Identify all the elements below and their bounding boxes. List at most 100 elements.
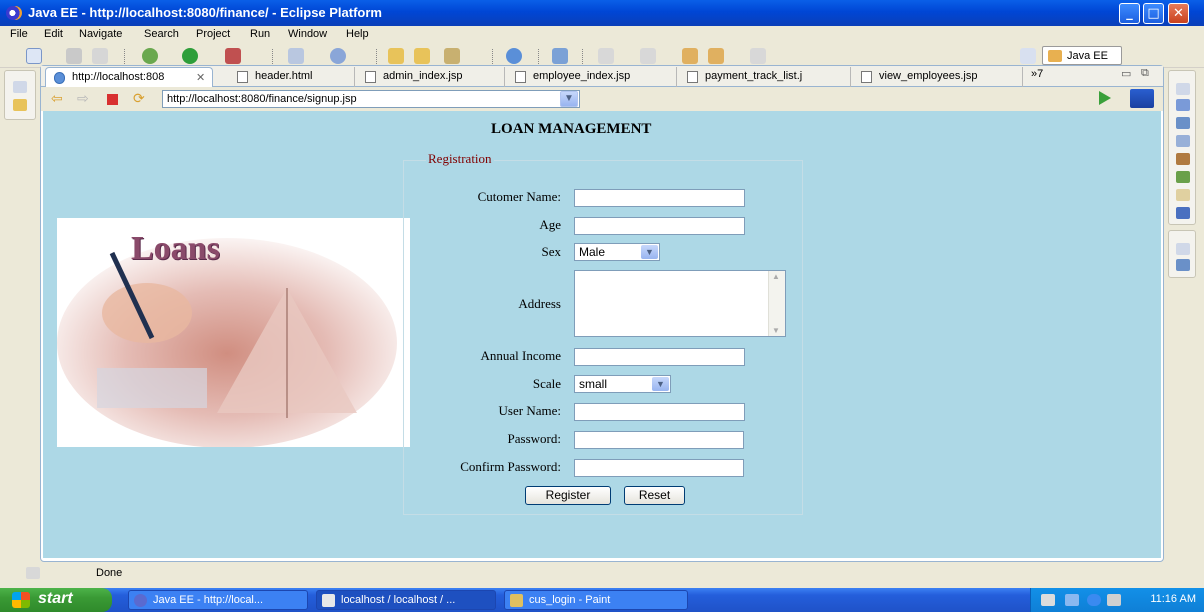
external-tools-icon[interactable]	[225, 48, 241, 64]
browser-navbar: ⇦ ⇨ ⟳ http://localhost:8080/finance/sign…	[41, 87, 1163, 111]
previous-annotation-icon[interactable]	[640, 48, 656, 64]
tab-overflow[interactable]: »7	[1031, 68, 1043, 80]
page-title: LOAN MANAGEMENT	[491, 121, 652, 137]
clock: 11:16 AM	[1150, 593, 1196, 605]
sex-label: Sex	[541, 244, 562, 259]
menu-window[interactable]: Window	[288, 28, 327, 40]
perspective-java-ee[interactable]: Java EE	[1042, 46, 1122, 65]
sex-select[interactable]: Male ▼	[574, 243, 660, 261]
task-eclipse[interactable]: Java EE - http://local...	[128, 590, 308, 610]
status-text: Done	[96, 567, 123, 579]
back-icon[interactable]	[708, 48, 724, 64]
refresh-icon[interactable]: ⟳	[133, 90, 145, 107]
scroll-up-icon: ▲	[772, 272, 780, 281]
start-button[interactable]: start	[0, 588, 112, 612]
new-web-service-icon[interactable]	[330, 48, 346, 64]
browser-window-icon	[322, 594, 335, 607]
tray-network-icon[interactable]	[1065, 594, 1079, 606]
run-icon[interactable]	[182, 48, 198, 64]
tray-arrow-icon[interactable]	[1087, 594, 1101, 606]
eclipse-icon	[6, 6, 22, 20]
menu-search[interactable]: Search	[144, 28, 179, 40]
file-icon	[687, 71, 698, 83]
outline-view-icon[interactable]	[1176, 259, 1190, 271]
outline-icon[interactable]	[1176, 99, 1190, 111]
fast-view-icon[interactable]	[26, 567, 40, 579]
right-trim-stack	[1168, 70, 1196, 225]
confirm-password-input[interactable]	[574, 459, 744, 477]
open-resource-icon[interactable]	[414, 48, 430, 64]
tab-admin-index[interactable]: admin_index.jsp	[357, 67, 505, 87]
register-button[interactable]: Register	[525, 486, 611, 505]
tasks-icon[interactable]	[1176, 117, 1190, 129]
maximize-button[interactable]: □	[1143, 3, 1164, 24]
restore-icon[interactable]	[1176, 83, 1190, 95]
maximize-editor-icon[interactable]: ⧉	[1141, 67, 1149, 80]
open-type-icon[interactable]	[388, 48, 404, 64]
open-perspective-icon[interactable]	[1020, 48, 1036, 64]
back-arrow-icon[interactable]: ⇦	[51, 90, 63, 107]
password-input[interactable]	[574, 431, 744, 449]
address-scrollbar[interactable]: ▲ ▼	[768, 271, 785, 336]
properties-icon[interactable]	[1176, 135, 1190, 147]
address-label: Address	[518, 296, 561, 311]
task-browser[interactable]: localhost / localhost / ...	[316, 590, 496, 610]
next-annotation-icon[interactable]	[598, 48, 614, 64]
menu-run[interactable]: Run	[250, 28, 270, 40]
servers-icon[interactable]	[1176, 153, 1190, 165]
task-paint[interactable]: cus_login - Paint	[504, 590, 688, 610]
debug-icon[interactable]	[142, 48, 158, 64]
annual-income-input[interactable]	[574, 348, 745, 366]
age-input[interactable]	[574, 217, 745, 235]
globe-icon	[54, 72, 65, 84]
menu-navigate[interactable]: Navigate	[79, 28, 122, 40]
close-button[interactable]: ✕	[1168, 3, 1189, 24]
user-name-input[interactable]	[574, 403, 745, 421]
menu-file[interactable]: File	[10, 28, 28, 40]
restore-icon[interactable]	[13, 81, 27, 93]
close-tab-icon[interactable]: ✕	[196, 71, 205, 84]
tab-browser[interactable]: http://localhost:808 ✕	[45, 67, 213, 87]
url-dropdown-icon[interactable]: ▼	[560, 91, 578, 107]
window-title-bar[interactable]: Java EE - http://localhost:8080/finance/…	[0, 0, 1204, 26]
menu-edit[interactable]: Edit	[44, 28, 63, 40]
menu-project[interactable]: Project	[196, 28, 230, 40]
minimize-editor-icon[interactable]: ▭	[1121, 67, 1131, 80]
address-textarea[interactable]: ▲ ▼	[574, 270, 786, 337]
tab-payment-track[interactable]: payment_track_list.j	[679, 67, 851, 87]
reset-button[interactable]: Reset	[624, 486, 685, 505]
tab-view-employees[interactable]: view_employees.jsp	[853, 67, 1023, 87]
project-explorer-icon[interactable]	[13, 99, 27, 111]
forward-icon[interactable]	[750, 48, 766, 64]
last-edit-icon[interactable]	[682, 48, 698, 64]
forward-arrow-icon[interactable]: ⇨	[77, 90, 89, 107]
minimize-button[interactable]: _	[1119, 3, 1140, 24]
tray-display-icon[interactable]	[1107, 594, 1121, 606]
data-source-icon[interactable]	[1176, 171, 1190, 183]
go-icon[interactable]	[1099, 91, 1111, 105]
customer-name-input[interactable]	[574, 189, 745, 207]
tray-keyboard-icon[interactable]	[1041, 594, 1055, 606]
search-tool-icon[interactable]	[444, 48, 460, 64]
new-server-icon[interactable]	[288, 48, 304, 64]
snippets-icon[interactable]	[1176, 189, 1190, 201]
console-icon[interactable]	[1176, 207, 1190, 219]
open-external-browser-icon[interactable]	[1130, 89, 1154, 108]
stop-icon[interactable]	[107, 94, 118, 105]
pin-icon[interactable]	[552, 48, 568, 64]
left-trim-stack	[4, 70, 36, 120]
confirm-password-label: Confirm Password:	[460, 459, 561, 474]
tab-header-html[interactable]: header.html	[229, 67, 355, 87]
password-label: Password:	[507, 431, 561, 446]
menu-bar: File Edit Navigate Search Project Run Wi…	[0, 26, 1204, 44]
restore-icon[interactable]	[1176, 243, 1190, 255]
print-icon[interactable]	[92, 48, 108, 64]
file-icon	[365, 71, 376, 83]
url-input[interactable]: http://localhost:8080/finance/signup.jsp	[162, 90, 580, 108]
scale-select[interactable]: small ▼	[574, 375, 671, 393]
new-icon[interactable]	[26, 48, 42, 64]
tab-employee-index[interactable]: employee_index.jsp	[507, 67, 677, 87]
menu-help[interactable]: Help	[346, 28, 369, 40]
browser-icon[interactable]	[506, 48, 522, 64]
save-icon[interactable]	[66, 48, 82, 64]
